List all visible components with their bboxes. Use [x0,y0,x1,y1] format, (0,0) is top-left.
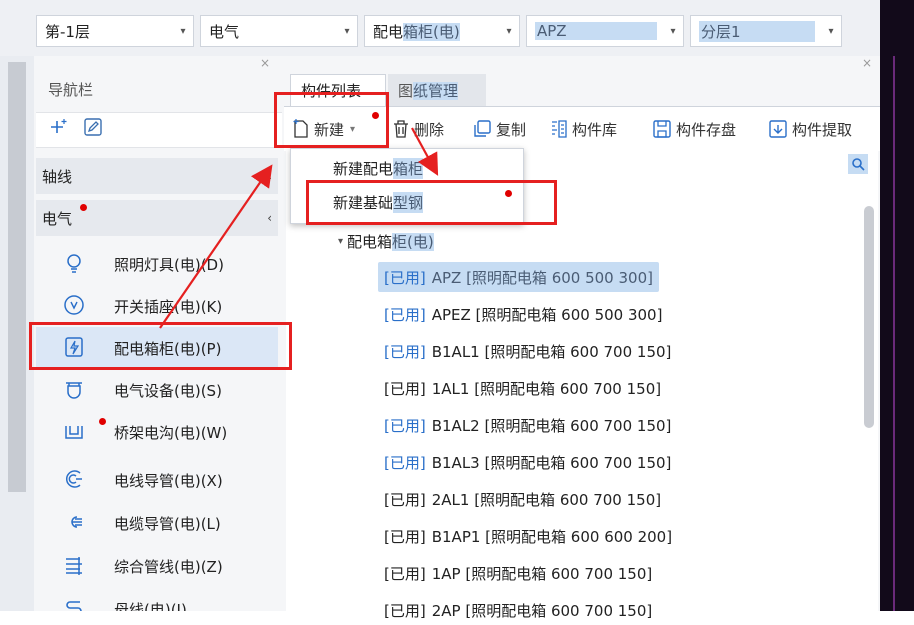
arrow-to-new-button [159,164,273,329]
annotation-arrows [159,127,439,329]
arrow-to-menu-item [411,127,439,176]
